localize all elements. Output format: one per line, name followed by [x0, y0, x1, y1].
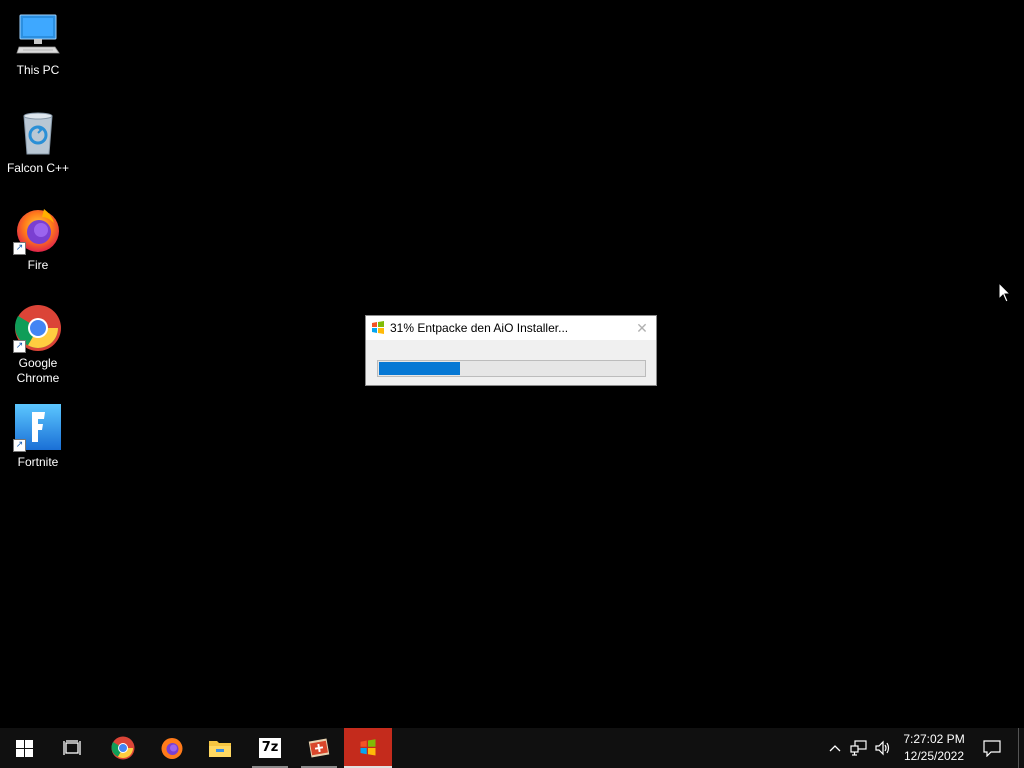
- taskbar-installer-app[interactable]: [295, 728, 343, 768]
- windows-logo-icon: [15, 739, 33, 757]
- desktop-icon-falcon-cpp[interactable]: Falcon C++: [0, 108, 76, 176]
- desktop-icon-label: Fire: [27, 258, 49, 272]
- tray-volume[interactable]: [872, 728, 894, 768]
- dialog-title: 31% Entpacke den AiO Installer...: [390, 321, 569, 335]
- chrome-icon: [111, 736, 135, 760]
- desktop-icon-fire[interactable]: ↗ Fire: [0, 205, 76, 273]
- windows-flag-icon: [372, 321, 384, 334]
- task-view-button[interactable]: [48, 728, 96, 768]
- show-desktop-button[interactable]: [1018, 728, 1024, 768]
- taskbar-clock[interactable]: 7:27:02 PM 12/25/2022: [896, 728, 972, 768]
- desktop-icon-label: This PC: [16, 63, 60, 77]
- taskbar-firefox[interactable]: [148, 728, 196, 768]
- firefox-icon: ↗: [13, 205, 63, 255]
- shortcut-arrow-icon: ↗: [13, 242, 26, 255]
- installer-progress-dialog: 31% Entpacke den AiO Installer... ✕: [365, 315, 657, 386]
- progress-bar: [377, 360, 646, 377]
- shortcut-arrow-icon: ↗: [13, 439, 26, 452]
- taskbar-7zip[interactable]: 7z: [246, 728, 294, 768]
- 7zip-icon: 7z: [259, 738, 281, 758]
- close-button[interactable]: ✕: [628, 316, 656, 340]
- tray-network[interactable]: [848, 728, 870, 768]
- folder-icon: [209, 741, 231, 757]
- taskbar: 7z 7:27:02 PM 12/25/2022: [0, 728, 1024, 768]
- progress-bar-fill: [379, 362, 460, 375]
- chevron-up-icon: [829, 745, 841, 752]
- action-center-button[interactable]: [978, 728, 1006, 768]
- mouse-cursor-icon: [998, 282, 1012, 303]
- desktop-icon-label: Google Chrome: [16, 356, 60, 385]
- shortcut-arrow-icon: ↗: [13, 340, 26, 353]
- desktop-icon-google-chrome[interactable]: ↗ Google Chrome: [0, 303, 76, 386]
- windows-flag-icon: [360, 739, 376, 756]
- clock-date: 12/25/2022: [903, 749, 965, 763]
- installer-icon: [308, 738, 330, 758]
- taskbar-aio-installer[interactable]: [344, 728, 392, 768]
- network-icon: [850, 740, 867, 756]
- 7zip-icon-label: 7z: [261, 740, 279, 755]
- taskbar-file-explorer[interactable]: [196, 728, 244, 768]
- recycle-bin-icon: [13, 108, 63, 158]
- close-icon: ✕: [636, 319, 648, 336]
- chrome-icon: ↗: [13, 303, 63, 353]
- fortnite-icon: ↗: [13, 402, 63, 452]
- start-button[interactable]: [0, 728, 48, 768]
- clock-time: 7:27:02 PM: [903, 732, 965, 746]
- desktop: This PC Falcon C++ ↗ Fire ↗ Google Chrom…: [0, 0, 1024, 728]
- action-center-icon: [983, 739, 1001, 757]
- desktop-icon-label: Fortnite: [17, 455, 59, 469]
- desktop-icon-fortnite[interactable]: ↗ Fortnite: [0, 402, 76, 470]
- this-pc-icon: [13, 10, 63, 60]
- desktop-icon-label: Falcon C++: [6, 161, 70, 175]
- volume-icon: [875, 740, 890, 756]
- dialog-titlebar[interactable]: 31% Entpacke den AiO Installer... ✕: [366, 316, 656, 340]
- firefox-icon: [161, 738, 183, 759]
- desktop-icon-this-pc[interactable]: This PC: [0, 10, 76, 78]
- tray-chevron[interactable]: [826, 728, 844, 768]
- task-view-icon: [63, 740, 81, 755]
- taskbar-chrome[interactable]: [99, 728, 147, 768]
